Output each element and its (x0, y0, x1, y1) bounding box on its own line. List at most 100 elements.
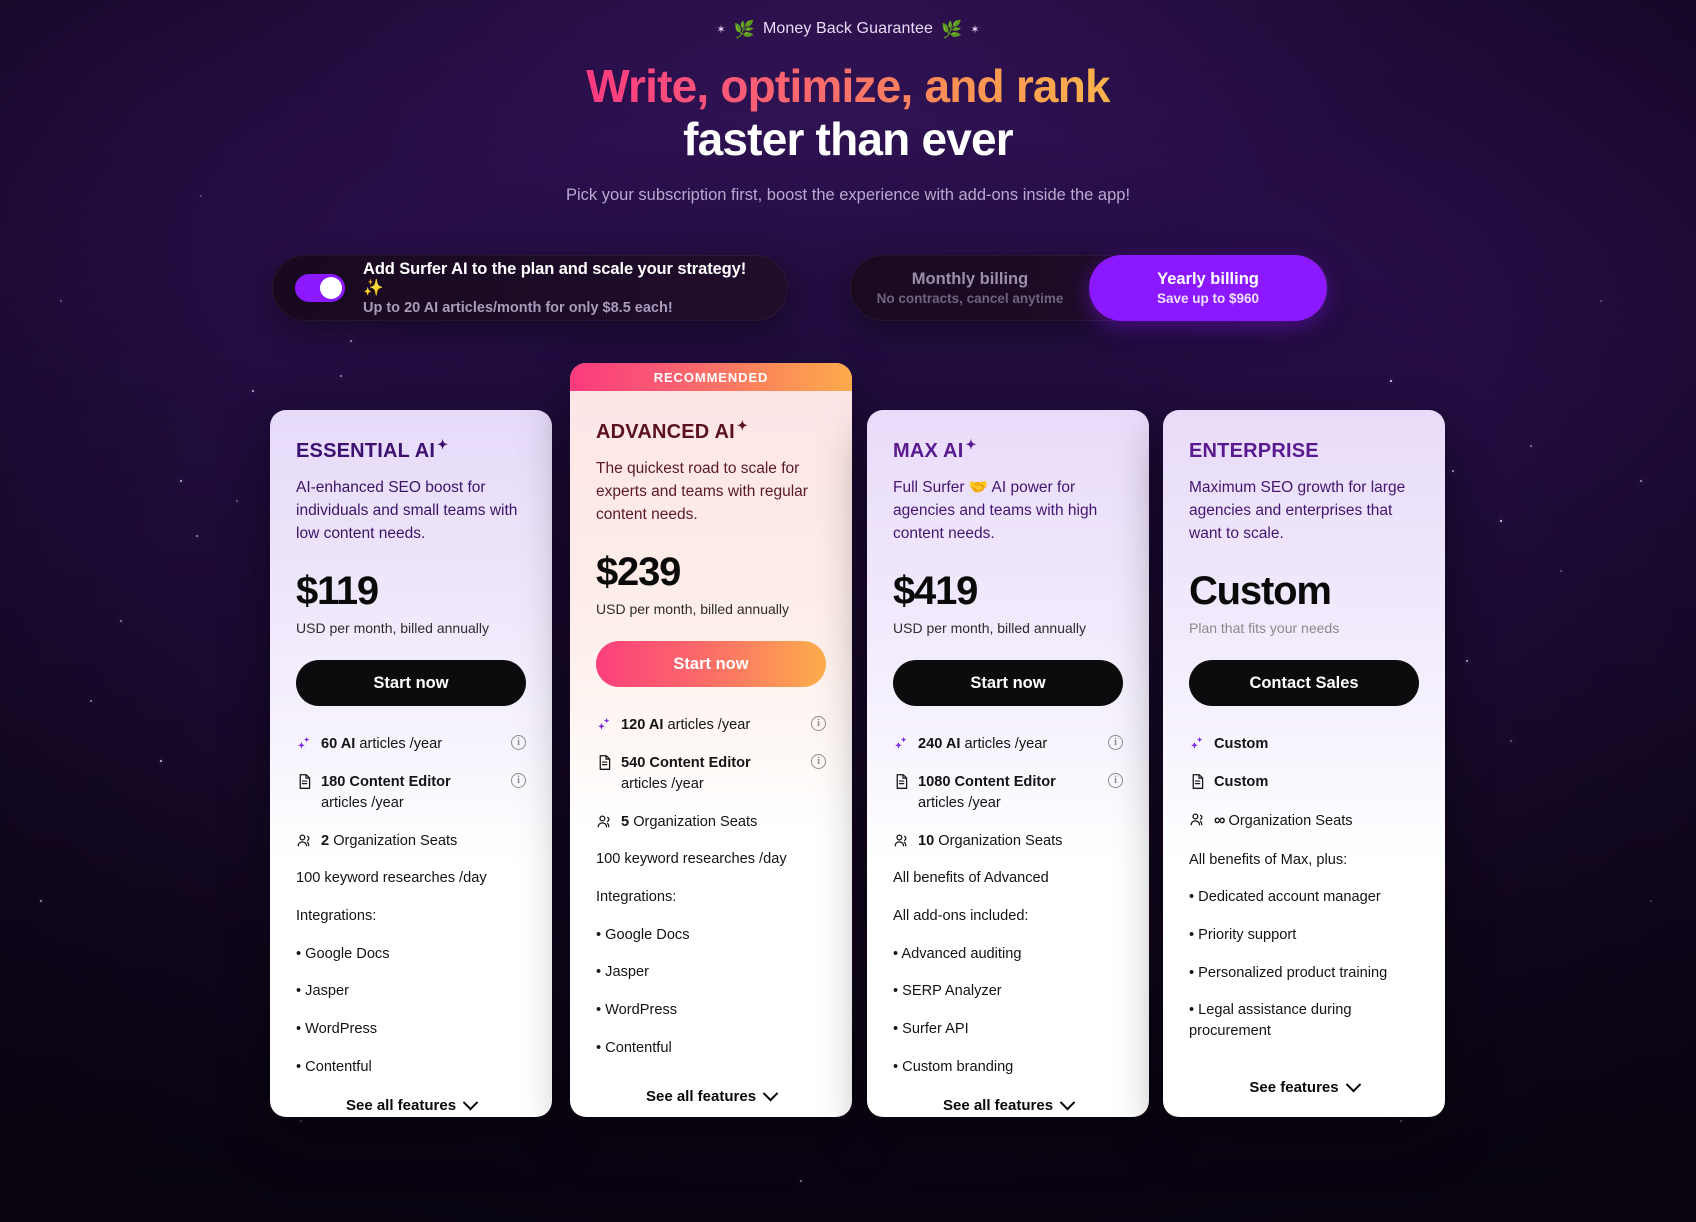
feature-ai-articles: 120 AI articles /year i (596, 715, 826, 736)
feature-keyword-research: 100 keyword researches /day (596, 851, 787, 868)
feature-content-editor: 540 Content Editor articles /year i (596, 753, 826, 794)
feature-list: 60 AI articles /year i 180 Content Edito… (296, 734, 526, 1077)
integration-item: • Contentful (296, 1058, 372, 1075)
monthly-billing-label: Monthly billing (911, 269, 1029, 288)
plan-price: $419 (893, 569, 978, 614)
feature-seats: ∞ Organization Seats (1189, 810, 1419, 833)
info-icon[interactable]: i (811, 716, 826, 732)
addon-item: • Advanced auditing (893, 945, 1022, 962)
sparkle-icon (895, 737, 907, 749)
chevron-down-icon (1059, 1095, 1076, 1111)
plan-name-max: MAX AI ✦ (893, 437, 977, 462)
ai-addon-switch[interactable] (295, 273, 345, 302)
headline-gradient-line: Write, optimize, and rank (586, 60, 1110, 112)
benefit-item: • Priority support (1189, 926, 1297, 943)
billing-option-monthly[interactable]: Monthly billing No contracts, cancel any… (851, 256, 1089, 320)
info-icon[interactable]: i (511, 773, 526, 789)
controls-row: Add Surfer AI to the plan and scale your… (0, 254, 1696, 325)
users-icon (1190, 813, 1203, 826)
star-icon: ✶ (716, 23, 726, 36)
feature-keyword-research: 100 keyword researches /day (296, 870, 487, 887)
users-icon (597, 815, 610, 827)
feature-seats: 2 Organization Seats (296, 831, 526, 852)
yearly-billing-sub: Save up to $960 (1156, 290, 1260, 306)
ai-addon-title: Add Surfer AI to the plan and scale your… (363, 259, 747, 297)
addons-label: All add-ons included: (893, 907, 1029, 924)
start-now-button[interactable]: Start now (596, 641, 826, 688)
plan-description: Maximum SEO growth for large agencies an… (1189, 479, 1406, 542)
sparkle-icon: ✦ (736, 418, 748, 434)
money-back-guarantee: ✶ 🌿 Money Back Guarantee 🌿 ✶ (0, 0, 1696, 38)
infinity-symbol: ∞ (1214, 811, 1225, 829)
info-icon[interactable]: i (511, 735, 526, 751)
plan-name-essential: ESSENTIAL AI ✦ (296, 437, 449, 462)
addon-item: • Surfer API (893, 1021, 969, 1038)
addon-item: • Custom branding (893, 1058, 1014, 1075)
plan-description: AI-enhanced SEO boost for individuals an… (296, 479, 518, 542)
plan-price-note: USD per month, billed annually (296, 620, 489, 637)
plan-name-advanced: ADVANCED AI ✦ (596, 418, 748, 444)
feature-seats: 10 Organization Seats (893, 831, 1123, 852)
plan-price-note: USD per month, billed annually (596, 601, 789, 618)
yearly-billing-label: Yearly billing (1157, 269, 1259, 288)
users-icon (894, 834, 907, 846)
plan-price-note: Plan that fits your needs (1189, 620, 1340, 637)
see-all-features-link[interactable]: See all features (270, 1095, 552, 1117)
sparkle-icon (598, 718, 610, 730)
benefits-line: All benefits of Max, plus: (1189, 851, 1348, 868)
pricing-card-advanced: RECOMMENDED ADVANCED AI ✦ The quickest r… (570, 363, 852, 1117)
feature-ai-articles: 240 AI articles /year i (893, 734, 1123, 755)
integration-item: • Jasper (596, 964, 649, 981)
document-icon (1192, 774, 1204, 789)
recommended-ribbon: RECOMMENDED (570, 363, 852, 392)
billing-period-switch[interactable]: Monthly billing No contracts, cancel any… (850, 254, 1328, 321)
benefit-item: • Personalized product training (1189, 964, 1388, 981)
see-all-features-link[interactable]: See all features (570, 1076, 852, 1117)
plan-price: $119 (296, 569, 379, 614)
start-now-button[interactable]: Start now (893, 660, 1123, 707)
surfer-ai-addon-toggle[interactable]: Add Surfer AI to the plan and scale your… (272, 254, 788, 321)
contact-sales-button[interactable]: Contact Sales (1189, 660, 1419, 707)
integration-item: • Contentful (596, 1039, 672, 1056)
plan-price-note: USD per month, billed annually (893, 620, 1086, 637)
plan-name-enterprise: ENTERPRISE (1189, 440, 1319, 462)
feature-content-editor: Custom (1189, 772, 1419, 793)
chevron-down-icon (1345, 1077, 1361, 1093)
sparkle-icon (1191, 737, 1203, 749)
feature-ai-articles: Custom (1189, 734, 1419, 755)
plan-price: $239 (596, 550, 681, 595)
feature-ai-articles: 60 AI articles /year i (296, 734, 526, 755)
plan-description: The quickest road to scale for experts a… (596, 460, 808, 523)
benefit-item: • Dedicated account manager (1189, 889, 1381, 906)
chevron-down-icon (762, 1085, 779, 1102)
start-now-button[interactable]: Start now (296, 660, 526, 707)
info-icon[interactable]: i (1108, 735, 1123, 751)
integrations-label: Integrations: (596, 888, 677, 905)
monthly-billing-sub: No contracts, cancel anytime (876, 290, 1064, 306)
sparkle-icon (298, 737, 310, 749)
info-icon[interactable]: i (811, 754, 826, 770)
feature-content-editor: 180 Content Editor articles /year i (296, 772, 526, 813)
pricing-cards: ESSENTIAL AI ✦ AI-enhanced SEO boost for… (0, 363, 1696, 1163)
see-all-features-link[interactable]: See all features (867, 1095, 1149, 1117)
integration-item: • WordPress (596, 1002, 678, 1019)
see-features-link[interactable]: See features (1163, 1059, 1445, 1117)
plan-price: Custom (1189, 569, 1332, 614)
document-icon (896, 774, 908, 789)
billing-option-yearly[interactable]: Yearly billing Save up to $960 (1089, 254, 1327, 321)
laurel-wreath-icon-left: 🌿 (733, 19, 755, 39)
sparkle-icon: ✦ (965, 437, 977, 452)
integrations-label: Integrations: (296, 907, 377, 924)
pricing-card-max: MAX AI ✦ Full Surfer 🤝 AI power for agen… (867, 410, 1149, 1117)
feature-seats: 5 Organization Seats (596, 812, 826, 833)
chevron-down-icon (462, 1095, 479, 1111)
document-icon (599, 755, 611, 771)
laurel-wreath-icon-right: 🌿 (941, 19, 963, 39)
switch-knob (320, 276, 342, 299)
ai-addon-subtitle: Up to 20 AI articles/month for only $8.5… (363, 299, 673, 316)
feature-list: Custom Custom ∞ Organization Seats All b… (1189, 734, 1419, 1041)
document-icon (299, 774, 311, 789)
info-icon[interactable]: i (1108, 773, 1123, 789)
integration-item: • WordPress (296, 1021, 378, 1038)
guarantee-label: Money Back Guarantee (762, 20, 934, 37)
